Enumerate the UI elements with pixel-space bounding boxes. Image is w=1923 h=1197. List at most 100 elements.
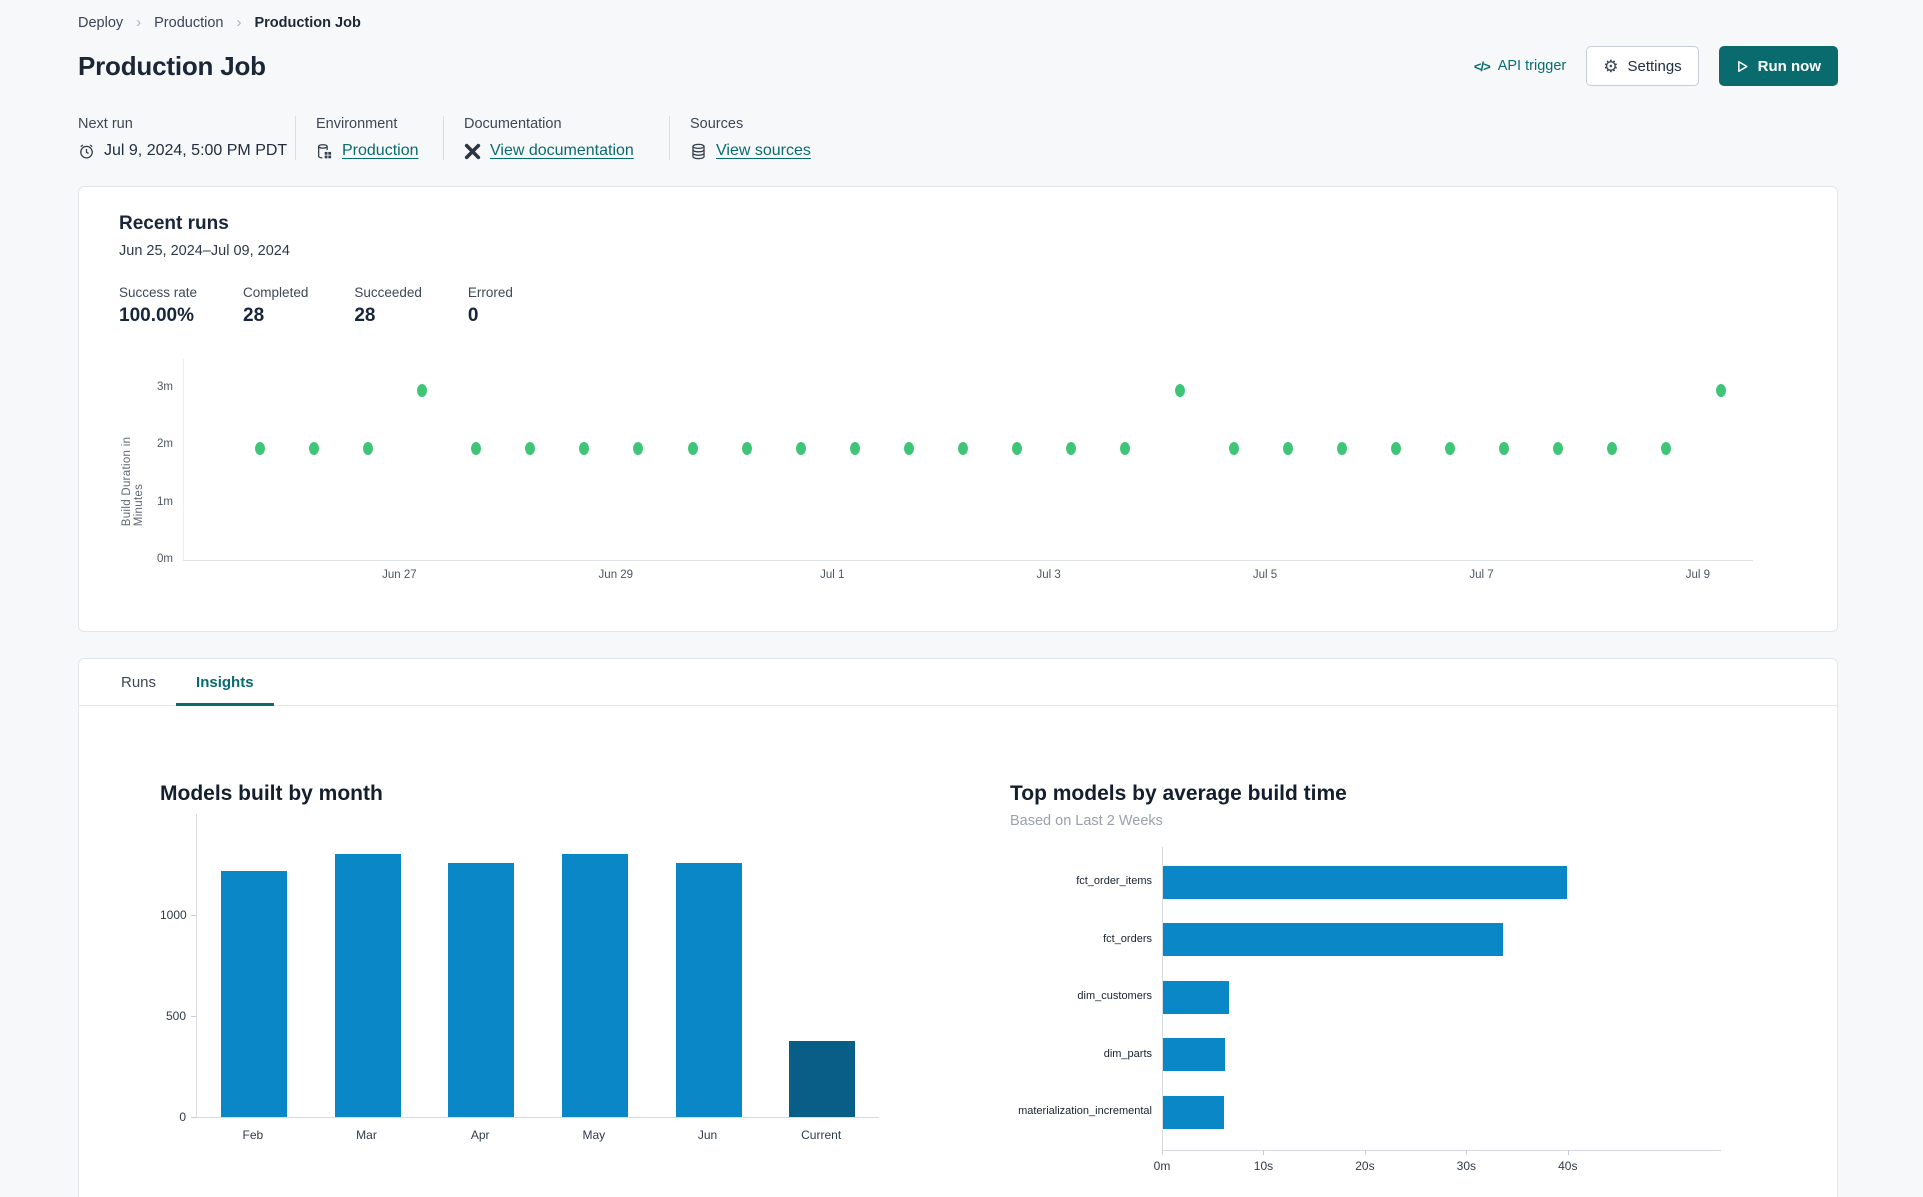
bar-y-tickmark bbox=[191, 915, 196, 916]
hbar-x-tickmark bbox=[1263, 1150, 1265, 1155]
dbt-logo-icon bbox=[464, 143, 481, 160]
bar-y-tickmark bbox=[191, 1016, 196, 1017]
models-built-chart-block: Models built by month 0 500 1000 Feb Mar Apr M… bbox=[160, 782, 908, 1148]
api-trigger-label: API trigger bbox=[1497, 58, 1567, 74]
run-dot[interactable] bbox=[795, 441, 806, 455]
run-dot[interactable] bbox=[1499, 441, 1510, 455]
recent-runs-chart: Build Duration in Minutes 0m 1m 2m 3m Jun 27… bbox=[119, 355, 1797, 589]
view-sources-link[interactable]: View sources bbox=[716, 142, 811, 160]
bar-plot-area bbox=[196, 814, 879, 1118]
database-icon bbox=[690, 143, 707, 160]
play-icon bbox=[1736, 60, 1749, 73]
scatter-x-tick: Jul 9 bbox=[1685, 569, 1711, 581]
production-job-page: Deploy › Production › Production Job Pro… bbox=[0, 0, 1923, 1197]
run-dot[interactable] bbox=[1336, 441, 1347, 455]
top-models-chart: fct_order_items fct_orders dim_customersdi… bbox=[1010, 847, 1800, 1181]
model-bar[interactable] bbox=[1163, 923, 1503, 956]
stat-errored: Errored 0 bbox=[467, 285, 513, 326]
model-bar[interactable] bbox=[1163, 865, 1567, 899]
run-dot[interactable] bbox=[1390, 441, 1401, 455]
run-dot[interactable] bbox=[849, 441, 860, 455]
run-dot[interactable] bbox=[1282, 441, 1293, 455]
model-name-label: dim_customers bbox=[1077, 990, 1152, 1002]
recent-runs-date-range: Jun 25, 2024–Jul 09, 2024 bbox=[119, 243, 290, 259]
run-dot[interactable] bbox=[1120, 441, 1131, 455]
run-dot[interactable] bbox=[1607, 441, 1618, 455]
scatter-x-tick: Jun 27 bbox=[382, 569, 417, 581]
run-dot[interactable] bbox=[579, 441, 590, 455]
run-dot[interactable] bbox=[1012, 441, 1023, 455]
tab-runs[interactable]: Runs bbox=[101, 659, 176, 705]
run-dot[interactable] bbox=[308, 441, 319, 455]
hbar-x-tickmark bbox=[1466, 1150, 1468, 1155]
run-dot[interactable] bbox=[254, 441, 265, 455]
model-name-label: fct_order_items bbox=[1076, 875, 1152, 887]
run-dot[interactable] bbox=[1715, 384, 1726, 398]
hbar-x-tickmark bbox=[1567, 1150, 1569, 1155]
run-now-label: Run now bbox=[1757, 57, 1821, 75]
bar-y-tick: 500 bbox=[165, 1009, 186, 1023]
environment-section: Environment Production bbox=[316, 116, 444, 160]
next-run-label: Next run bbox=[78, 116, 133, 132]
scatter-x-tick: Jul 1 bbox=[820, 569, 845, 581]
month-bar[interactable] bbox=[448, 863, 515, 1117]
hbar-x-tick: 10s bbox=[1253, 1159, 1274, 1173]
bar-x-tick: Feb bbox=[242, 1128, 264, 1142]
sources-section: Sources View sources bbox=[690, 116, 831, 160]
hbar-x-tick: 40s bbox=[1558, 1159, 1578, 1173]
models-built-chart: 0 500 1000 Feb Mar Apr May Jun Current bbox=[160, 814, 908, 1148]
run-dot[interactable] bbox=[903, 441, 914, 455]
header-actions: </> API trigger ⚙ Settings Run now bbox=[1474, 46, 1838, 86]
run-dot[interactable] bbox=[1174, 384, 1185, 398]
breadcrumb-deploy[interactable]: Deploy bbox=[78, 15, 123, 31]
gear-icon: ⚙ bbox=[1603, 56, 1619, 76]
run-dot[interactable] bbox=[417, 384, 428, 398]
top-models-subtitle: Based on Last 2 Weeks bbox=[1010, 813, 1163, 829]
tab-insights[interactable]: Insights bbox=[176, 659, 274, 706]
scatter-x-tick: Jul 5 bbox=[1252, 569, 1278, 581]
top-models-title: Top models by average build time bbox=[1010, 782, 1347, 805]
run-dot[interactable] bbox=[633, 441, 644, 455]
run-dot[interactable] bbox=[958, 441, 969, 455]
scatter-plot-area bbox=[183, 359, 1753, 561]
month-bar[interactable] bbox=[675, 863, 742, 1117]
run-dot[interactable] bbox=[1228, 441, 1239, 455]
month-bar[interactable] bbox=[220, 870, 287, 1117]
scatter-x-tick: Jul 7 bbox=[1469, 569, 1494, 581]
month-bar[interactable] bbox=[334, 854, 401, 1117]
bar-x-tick: Apr bbox=[470, 1128, 490, 1142]
run-dot[interactable] bbox=[1661, 441, 1672, 455]
environment-link[interactable]: Production bbox=[342, 142, 419, 160]
bar-x-tick: Mar bbox=[356, 1128, 377, 1142]
model-bar[interactable] bbox=[1163, 1095, 1224, 1129]
run-dot[interactable] bbox=[525, 441, 536, 455]
run-dot[interactable] bbox=[1445, 441, 1456, 455]
run-dot[interactable] bbox=[687, 441, 698, 455]
bar-y-tick: 1000 bbox=[160, 908, 187, 922]
model-name-label: dim_parts bbox=[1103, 1047, 1152, 1060]
sources-label: Sources bbox=[690, 116, 744, 132]
settings-label: Settings bbox=[1627, 57, 1682, 75]
run-dot[interactable] bbox=[362, 441, 373, 455]
insights-charts-row: Models built by month 0 500 1000 Feb Mar Apr M… bbox=[79, 706, 1837, 1181]
breadcrumb-production[interactable]: Production bbox=[154, 15, 223, 31]
run-dot[interactable] bbox=[471, 441, 482, 455]
next-run-value: Jul 9, 2024, 5:00 PM PDT bbox=[104, 142, 288, 159]
breadcrumb-production-job: Production Job bbox=[254, 14, 361, 31]
hbar-plot-area bbox=[1162, 847, 1721, 1151]
environment-label: Environment bbox=[316, 116, 398, 132]
model-bar[interactable] bbox=[1163, 1038, 1225, 1071]
run-now-button[interactable]: Run now bbox=[1718, 46, 1838, 86]
settings-button[interactable]: ⚙ Settings bbox=[1586, 46, 1699, 86]
month-bar[interactable] bbox=[789, 1041, 856, 1117]
stat-succeeded: Succeeded 28 bbox=[354, 285, 422, 326]
month-bar[interactable] bbox=[561, 854, 628, 1117]
view-documentation-link[interactable]: View documentation bbox=[490, 142, 634, 160]
model-name-label: fct_orders bbox=[1103, 932, 1152, 945]
run-dot[interactable] bbox=[741, 441, 752, 455]
model-bar[interactable] bbox=[1163, 980, 1229, 1014]
api-trigger-link[interactable]: </> API trigger bbox=[1474, 58, 1566, 74]
run-dot[interactable] bbox=[1066, 441, 1077, 455]
run-dot[interactable] bbox=[1553, 441, 1564, 455]
scatter-x-tick: Jul 3 bbox=[1036, 569, 1061, 581]
